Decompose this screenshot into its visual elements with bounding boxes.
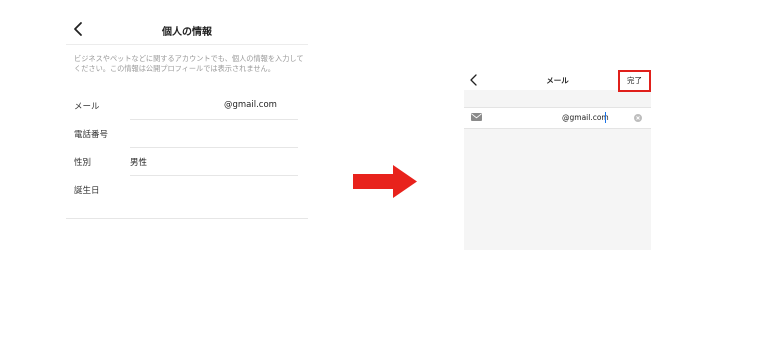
email-label: メール <box>74 102 100 112</box>
canvas: 個人の情報 ビジネスやペットなどに関するアカウントでも、個人の情報を入力してくだ… <box>0 0 768 363</box>
done-button[interactable]: 完了 <box>618 70 651 92</box>
birthday-label: 誕生日 <box>74 186 100 196</box>
gender-value[interactable]: 男性 <box>130 156 147 168</box>
email-value[interactable]: @gmail.com <box>224 100 277 110</box>
email-input-row[interactable]: @gmail.com <box>464 107 651 129</box>
row-divider <box>130 175 298 176</box>
section-divider <box>66 218 308 219</box>
text-caret <box>605 112 606 123</box>
personal-info-screen: 個人の情報 ビジネスやペットなどに関するアカウントでも、個人の情報を入力してくだ… <box>66 18 308 221</box>
personal-info-header: 個人の情報 <box>66 18 308 45</box>
row-divider <box>130 119 298 120</box>
row-divider <box>130 147 298 148</box>
page-title: 個人の情報 <box>162 27 212 38</box>
email-edit-header: メール 完了 <box>464 70 651 92</box>
clear-circle-icon[interactable] <box>634 114 642 122</box>
email-input[interactable]: @gmail.com <box>562 113 609 122</box>
email-edit-screen: メール 完了 @gmail.com <box>464 70 651 250</box>
gender-label: 性別 <box>74 158 92 168</box>
envelope-icon <box>471 113 482 121</box>
privacy-description: ビジネスやペットなどに関するアカウントでも、個人の情報を入力してください。この情… <box>74 54 304 73</box>
phone-label: 電話番号 <box>74 130 109 140</box>
right-arrow-icon <box>353 165 417 198</box>
